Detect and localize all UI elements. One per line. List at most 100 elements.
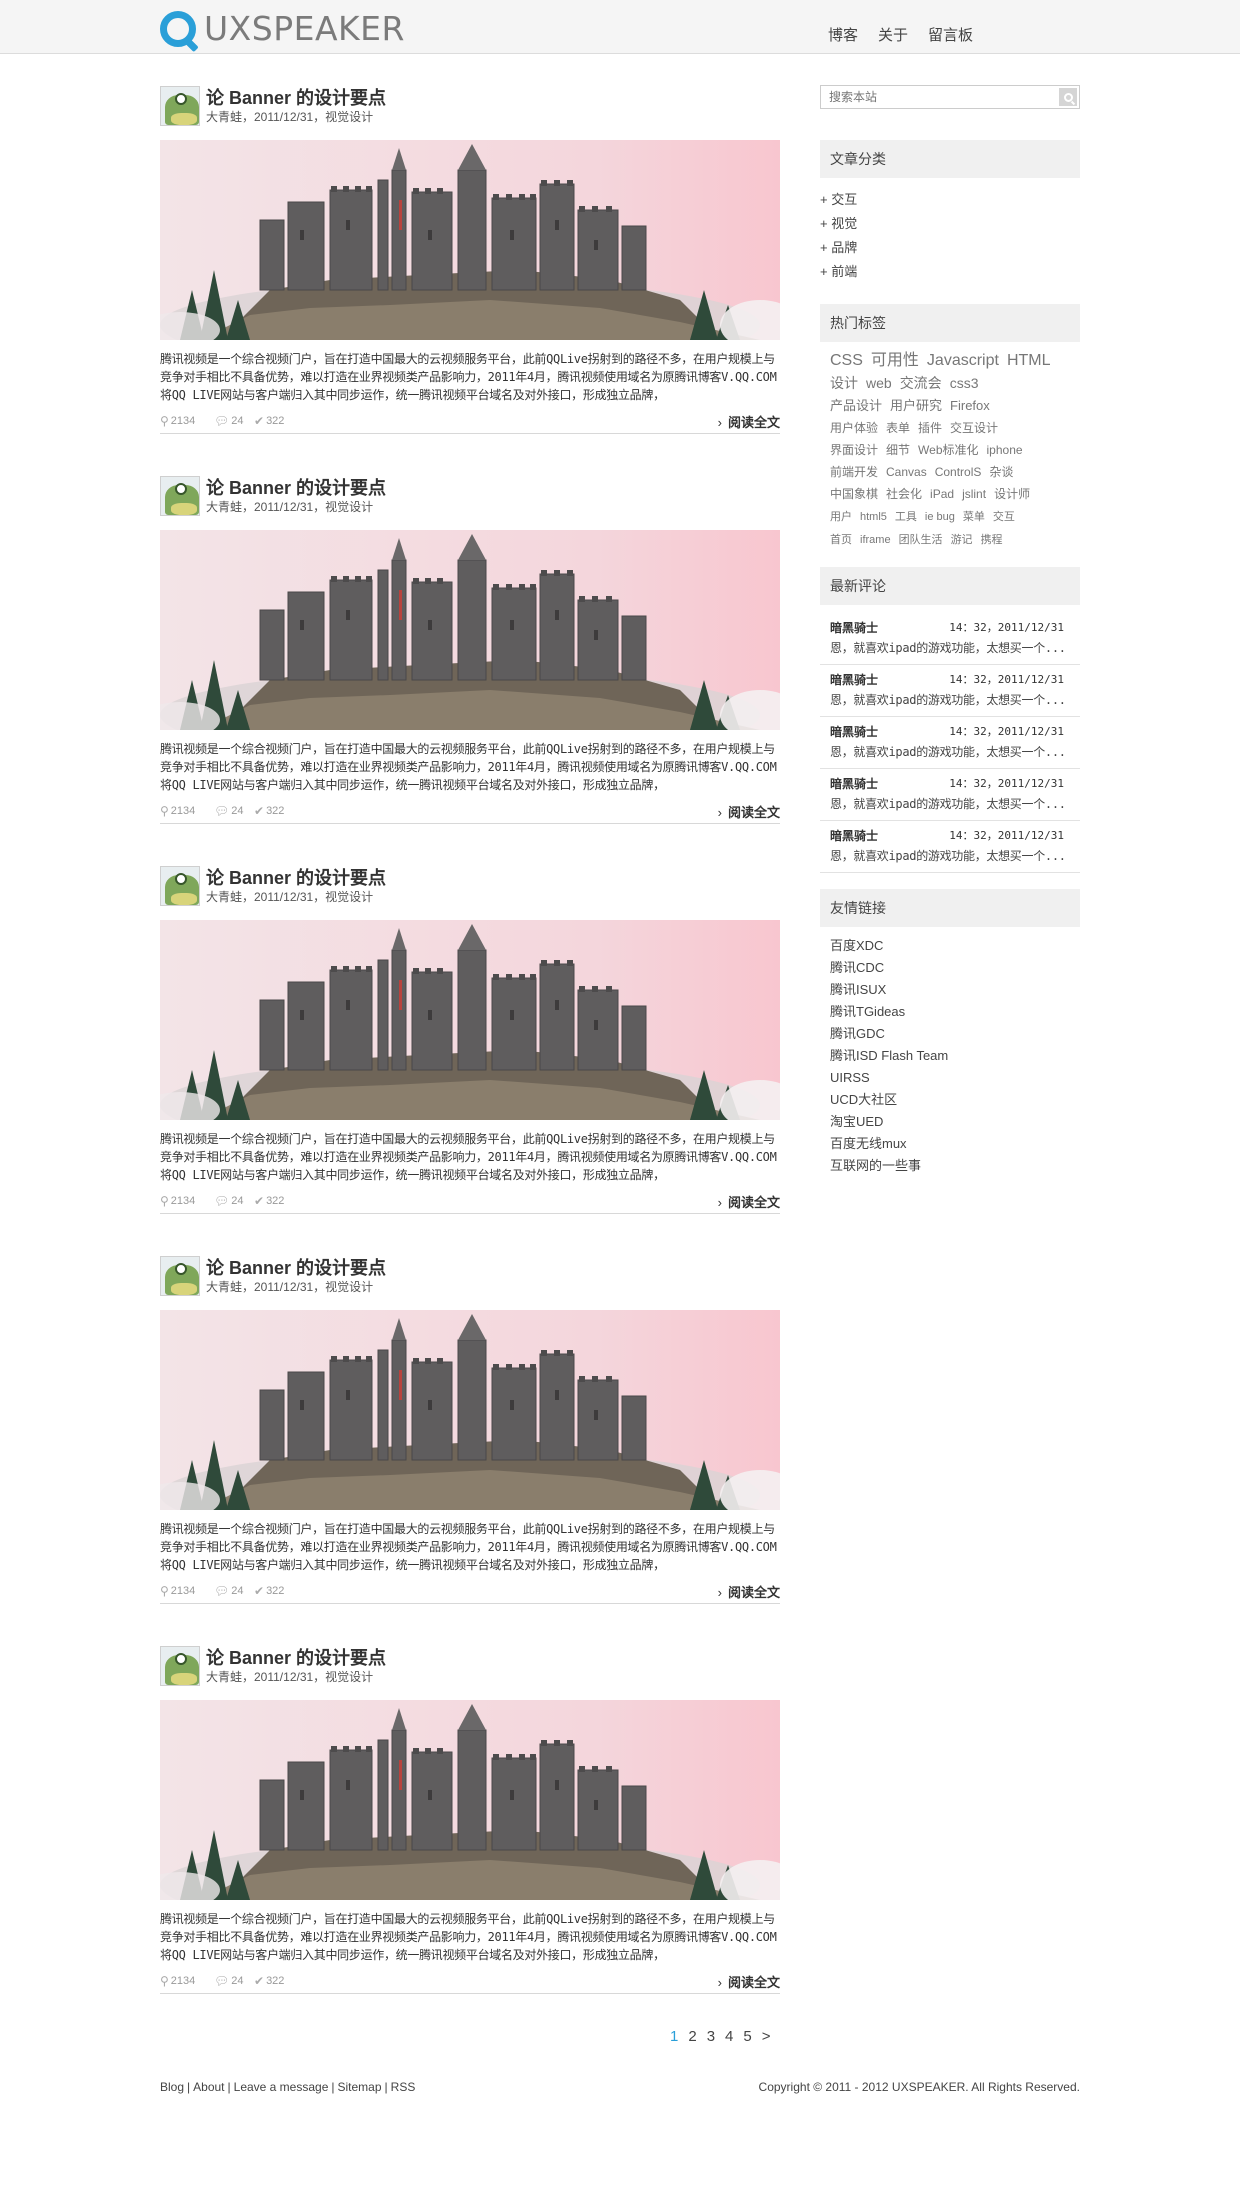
friend-link[interactable]: 腾讯TGideas: [830, 1001, 1080, 1023]
post-banner-image[interactable]: [160, 1700, 780, 1900]
friend-link[interactable]: UCD大社区: [830, 1089, 1080, 1111]
tag-item[interactable]: Canvas: [886, 465, 927, 479]
post-meta: 大青蛙，2011/12/31，视觉设计: [206, 1670, 374, 1684]
page-4[interactable]: 4: [725, 2028, 733, 2045]
comment-text: 恩，就喜欢ipad的游戏功能，太想买一个...: [830, 849, 1066, 863]
tag-item[interactable]: 团队生活: [899, 534, 943, 546]
tag-item[interactable]: 交互: [993, 511, 1015, 523]
comment-item[interactable]: 暗黑骑士 14：32，2011/12/31 恩，就喜欢ipad的游戏功能，太想买一个…: [820, 769, 1080, 821]
author-avatar[interactable]: [160, 1646, 200, 1686]
friend-link[interactable]: 百度XDC: [830, 935, 1080, 957]
friend-link[interactable]: 淘宝UED: [830, 1111, 1080, 1133]
footer-link-sitemap[interactable]: Sitemap: [338, 2080, 382, 2094]
tag-item[interactable]: 工具: [895, 511, 917, 523]
tag-item[interactable]: 携程: [981, 534, 1003, 546]
comment-item[interactable]: 暗黑骑士 14：32，2011/12/31 恩，就喜欢ipad的游戏功能，太想买一个…: [820, 821, 1080, 873]
tag-item[interactable]: 首页: [830, 534, 852, 546]
comment-item[interactable]: 暗黑骑士 14：32，2011/12/31 恩，就喜欢ipad的游戏功能，太想买一个…: [820, 717, 1080, 769]
views-count: 2134: [170, 1975, 196, 1987]
post-banner-image[interactable]: [160, 920, 780, 1120]
comment-item[interactable]: 暗黑骑士 14：32，2011/12/31 恩，就喜欢ipad的游戏功能，太想买一个…: [820, 613, 1080, 665]
footer-link-guestbook[interactable]: Leave a message: [234, 2080, 329, 2094]
tag-item[interactable]: 前端开发: [830, 465, 878, 479]
tag-item[interactable]: 产品设计: [830, 398, 882, 413]
category-item[interactable]: + 前端: [820, 260, 1080, 284]
friend-link[interactable]: 腾讯GDC: [830, 1023, 1080, 1045]
tag-item[interactable]: HTML: [1007, 352, 1051, 369]
footer-link-about[interactable]: About: [193, 2080, 224, 2094]
tag-item[interactable]: iPad: [930, 487, 954, 501]
footer-link-blog[interactable]: Blog: [160, 2080, 184, 2094]
nav-item-guestbook[interactable]: 留言板: [928, 24, 973, 45]
read-more-link[interactable]: › 阅读全文: [718, 1582, 780, 1601]
friend-link[interactable]: 腾讯ISD Flash Team: [830, 1045, 1080, 1067]
tag-item[interactable]: css3: [950, 375, 979, 391]
tag-item[interactable]: ie bug: [925, 511, 955, 523]
friend-link[interactable]: 百度无线mux: [830, 1133, 1080, 1155]
friend-link[interactable]: 腾讯CDC: [830, 957, 1080, 979]
tag-item[interactable]: 插件: [918, 421, 942, 435]
page-5[interactable]: 5: [743, 2028, 751, 2045]
tag-item[interactable]: 交流会: [900, 375, 942, 391]
tag-item[interactable]: jslint: [962, 487, 986, 501]
tag-item[interactable]: 中国象棋: [830, 487, 878, 501]
author-avatar[interactable]: [160, 1256, 200, 1296]
tag-item[interactable]: 界面设计: [830, 443, 878, 457]
author-avatar[interactable]: [160, 86, 200, 126]
tag-item[interactable]: 可用性: [871, 352, 919, 369]
search-icon: ⚲: [160, 1974, 169, 1988]
tag-item[interactable]: 杂谈: [989, 465, 1013, 479]
comment-item[interactable]: 暗黑骑士 14：32，2011/12/31 恩，就喜欢ipad的游戏功能，太想买一个…: [820, 665, 1080, 717]
tag-item[interactable]: iphone: [987, 443, 1023, 457]
tag-item[interactable]: web: [866, 375, 892, 391]
tag-item[interactable]: iframe: [860, 534, 891, 546]
friend-link[interactable]: 腾讯ISUX: [830, 979, 1080, 1001]
next-page-button[interactable]: >: [762, 2028, 771, 2045]
category-item[interactable]: + 交互: [820, 188, 1080, 212]
tag-item[interactable]: 细节: [886, 443, 910, 457]
author-avatar[interactable]: [160, 476, 200, 516]
post-banner-image[interactable]: [160, 530, 780, 730]
tag-item[interactable]: 交互设计: [950, 421, 998, 435]
tag-item[interactable]: 设计师: [994, 487, 1030, 501]
tag-item[interactable]: Web标准化: [918, 443, 978, 457]
friend-link[interactable]: UIRSS: [830, 1067, 1080, 1089]
page-3[interactable]: 3: [707, 2028, 715, 2045]
search-input[interactable]: [821, 86, 1051, 108]
post-title[interactable]: 论 Banner 的设计要点: [206, 1644, 386, 1670]
category-item[interactable]: + 品牌: [820, 236, 1080, 260]
page-2[interactable]: 2: [688, 2028, 696, 2045]
tag-item[interactable]: Javascript: [927, 352, 999, 369]
tag-item[interactable]: html5: [860, 511, 887, 523]
tag-item[interactable]: 游记: [951, 534, 973, 546]
post-banner-image[interactable]: [160, 140, 780, 340]
tag-item[interactable]: 用户体验: [830, 421, 878, 435]
read-more-link[interactable]: › 阅读全文: [718, 1972, 780, 1991]
read-more-link[interactable]: › 阅读全文: [718, 412, 780, 431]
page-1[interactable]: 1: [670, 2028, 678, 2045]
nav-item-about[interactable]: 关于: [878, 24, 908, 45]
tag-item[interactable]: 用户: [830, 511, 852, 523]
site-logo[interactable]: UXSPEAKER: [160, 11, 405, 47]
post-title[interactable]: 论 Banner 的设计要点: [206, 474, 386, 500]
tag-item[interactable]: 表单: [886, 421, 910, 435]
tag-item[interactable]: 用户研究: [890, 398, 942, 413]
footer-link-rss[interactable]: RSS: [391, 2080, 416, 2094]
post-title[interactable]: 论 Banner 的设计要点: [206, 84, 386, 110]
author-avatar[interactable]: [160, 866, 200, 906]
read-more-link[interactable]: › 阅读全文: [718, 1192, 780, 1211]
tag-item[interactable]: 设计: [830, 375, 858, 391]
tag-item[interactable]: 社会化: [886, 487, 922, 501]
tag-item[interactable]: 菜单: [963, 511, 985, 523]
friend-link[interactable]: 互联网的一些事: [830, 1155, 1080, 1177]
post-title[interactable]: 论 Banner 的设计要点: [206, 864, 386, 890]
post-banner-image[interactable]: [160, 1310, 780, 1510]
search-button[interactable]: [1059, 88, 1077, 106]
tag-item[interactable]: ControlS: [935, 465, 982, 479]
nav-item-blog[interactable]: 博客: [828, 24, 858, 45]
read-more-link[interactable]: › 阅读全文: [718, 802, 780, 821]
tag-item[interactable]: CSS: [830, 352, 863, 369]
category-item[interactable]: + 视觉: [820, 212, 1080, 236]
tag-item[interactable]: Firefox: [950, 398, 990, 413]
post-title[interactable]: 论 Banner 的设计要点: [206, 1254, 386, 1280]
